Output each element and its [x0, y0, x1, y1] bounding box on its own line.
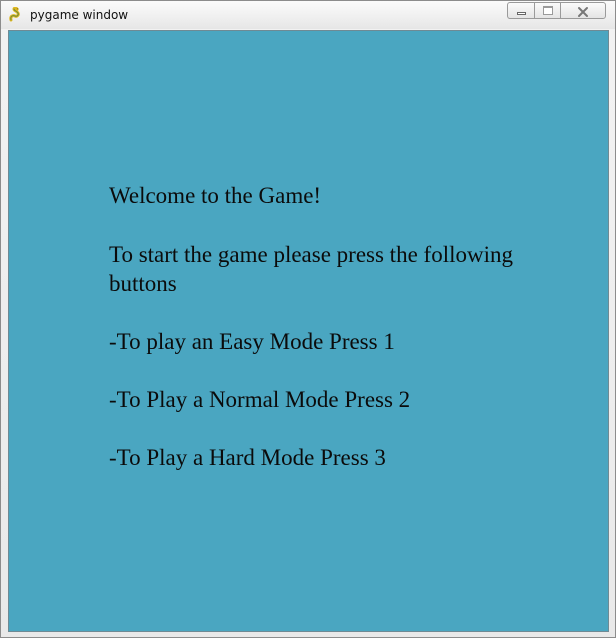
maximize-icon — [542, 6, 553, 15]
pygame-snake-icon[interactable] — [8, 6, 24, 23]
pygame-window: pygame window Welcome to the Game! To st… — [0, 0, 616, 638]
close-icon — [577, 5, 589, 17]
normal-mode-option: -To Play a Normal Mode Press 2 — [109, 387, 411, 412]
window-title: pygame window — [30, 8, 129, 22]
game-canvas[interactable]: Welcome to the Game! To start the game p… — [8, 30, 609, 632]
instructions-line-1: To start the game please press the follo… — [109, 242, 513, 267]
welcome-text: Welcome to the Game! — [109, 183, 322, 208]
minimize-button[interactable] — [507, 2, 534, 19]
title-bar[interactable]: pygame window — [1, 1, 615, 29]
instructions-line-2: buttons — [109, 271, 177, 296]
close-button[interactable] — [560, 2, 606, 19]
window-controls — [507, 2, 606, 20]
maximize-button[interactable] — [534, 2, 560, 19]
minimize-icon — [516, 12, 526, 15]
easy-mode-option: -To play an Easy Mode Press 1 — [109, 329, 395, 354]
hard-mode-option: -To Play a Hard Mode Press 3 — [109, 445, 386, 470]
